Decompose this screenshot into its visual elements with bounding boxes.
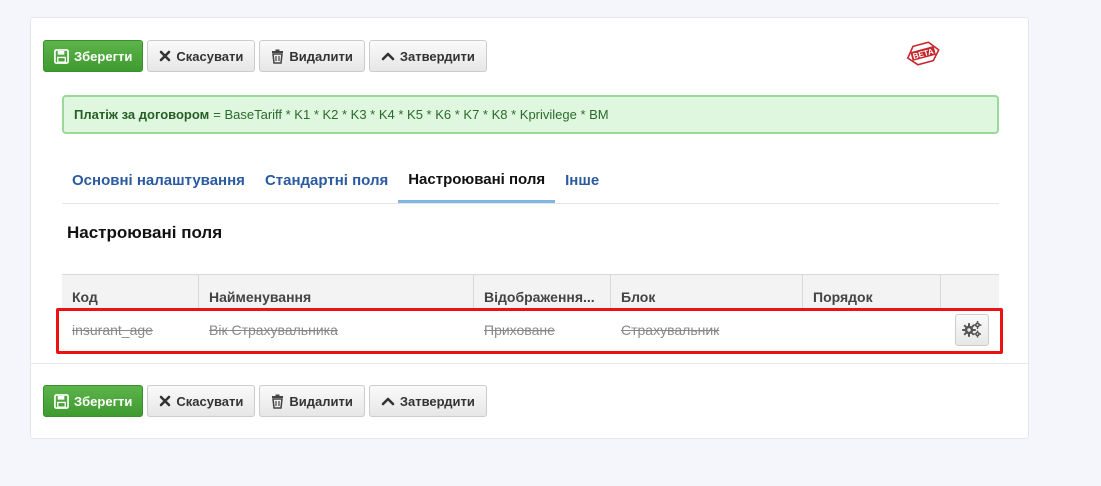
cell-block: Страхувальник bbox=[621, 322, 720, 338]
column-header-block[interactable]: Блок bbox=[611, 275, 803, 309]
tab-custom-fields[interactable]: Настроювані поля bbox=[398, 158, 556, 203]
table-header: Код Найменування Відображення... Блок По… bbox=[62, 274, 999, 310]
cancel-button-label: Скасувати bbox=[176, 48, 244, 64]
tab-label: Настроювані поля bbox=[408, 170, 546, 188]
tab-label: Стандартні поля bbox=[264, 172, 389, 189]
approve-button-label: Затвердити bbox=[399, 393, 475, 409]
formula-label: Платіж за договором bbox=[74, 107, 210, 122]
save-button[interactable]: Зберегти bbox=[43, 40, 144, 72]
beta-badge: BETA bbox=[903, 38, 943, 68]
column-header-order[interactable]: Порядок bbox=[803, 275, 941, 309]
column-header-code[interactable]: Код bbox=[62, 275, 199, 309]
approve-button[interactable]: Затвердити bbox=[368, 40, 487, 72]
top-toolbar: Зберегти Скасувати Видалити Затвердити bbox=[43, 40, 487, 72]
formula-expression: = BaseTariff * K1 * K2 * K3 * K4 * K5 * … bbox=[213, 107, 609, 122]
bottom-toolbar: Зберегти Скасувати Видалити Затвердити bbox=[43, 385, 487, 417]
tab-other[interactable]: Інше bbox=[555, 158, 609, 203]
column-header-actions bbox=[941, 275, 999, 309]
approve-button-label: Затвердити bbox=[399, 48, 475, 64]
cell-actions bbox=[941, 314, 999, 346]
save-button[interactable]: Зберегти bbox=[43, 385, 144, 417]
cell-display: Приховане bbox=[484, 322, 555, 338]
custom-fields-table: Код Найменування Відображення... Блок По… bbox=[62, 274, 999, 350]
column-header-name[interactable]: Найменування bbox=[199, 275, 474, 309]
floppy-disk-icon bbox=[54, 48, 69, 64]
tab-standard-fields[interactable]: Стандартні поля bbox=[255, 158, 398, 203]
formula-alert: Платіж за договором = BaseTariff * K1 * … bbox=[62, 95, 999, 134]
x-icon bbox=[159, 395, 171, 407]
section-title: Настроювані поля bbox=[67, 223, 223, 242]
tab-bar: Основні налаштування Стандартні поля Нас… bbox=[62, 158, 999, 204]
trash-icon bbox=[271, 394, 284, 409]
table-row[interactable]: insurant_age Вік Страхувальника Прихован… bbox=[62, 310, 999, 350]
chevron-up-icon bbox=[381, 51, 395, 61]
trash-icon bbox=[271, 49, 284, 64]
approve-button[interactable]: Затвердити bbox=[368, 385, 487, 417]
row-settings-button[interactable] bbox=[955, 314, 989, 346]
delete-button[interactable]: Видалити bbox=[259, 385, 365, 417]
delete-button[interactable]: Видалити bbox=[259, 40, 365, 72]
floppy-disk-icon bbox=[54, 393, 69, 409]
tab-label: Основні налаштування bbox=[72, 172, 245, 189]
divider bbox=[31, 363, 1028, 364]
column-header-display[interactable]: Відображення... bbox=[474, 275, 611, 309]
cancel-button[interactable]: Скасувати bbox=[147, 40, 256, 72]
save-button-label: Зберегти bbox=[74, 393, 133, 409]
save-button-label: Зберегти bbox=[74, 48, 133, 64]
cell-code: insurant_age bbox=[72, 322, 153, 338]
gears-icon bbox=[961, 320, 983, 341]
tab-basic-settings[interactable]: Основні налаштування bbox=[62, 158, 255, 203]
cell-name: Вік Страхувальника bbox=[209, 322, 338, 338]
main-panel: Зберегти Скасувати Видалити Затвердити B… bbox=[30, 17, 1029, 439]
cancel-button[interactable]: Скасувати bbox=[147, 385, 256, 417]
chevron-up-icon bbox=[381, 396, 395, 406]
tab-label: Інше bbox=[565, 172, 600, 189]
cancel-button-label: Скасувати bbox=[176, 393, 244, 409]
delete-button-label: Видалити bbox=[289, 393, 353, 409]
x-icon bbox=[159, 50, 171, 62]
delete-button-label: Видалити bbox=[289, 48, 353, 64]
